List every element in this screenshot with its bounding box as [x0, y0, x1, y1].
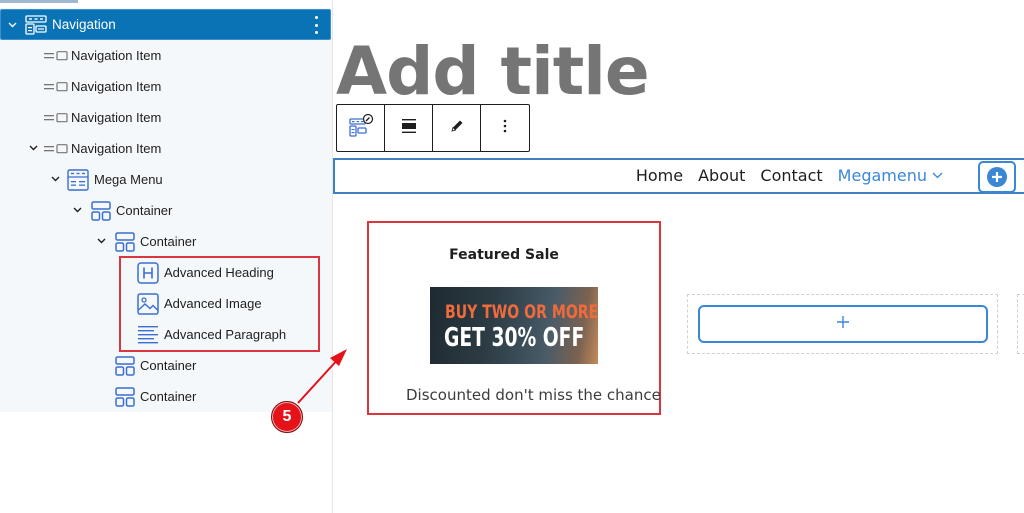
megamenu-label: Megamenu — [837, 166, 927, 185]
list-item-label: Navigation Item — [71, 79, 162, 94]
plus-circle-icon — [987, 167, 1007, 187]
chevron-down-icon[interactable] — [7, 20, 17, 30]
navigation-block-icon — [25, 14, 47, 35]
empty-container-placeholder — [1017, 294, 1024, 354]
justify-icon — [400, 118, 418, 139]
navigation-item-icon — [44, 50, 68, 61]
list-item-label: Navigation Item — [71, 110, 162, 125]
navigation-block-icon — [348, 113, 374, 144]
highlight-box — [119, 256, 320, 352]
justify-button[interactable] — [385, 105, 433, 151]
mega-menu-icon — [67, 168, 89, 191]
block-editor: Navigation Navigation Item Navigation Ite… — [0, 0, 1024, 513]
block-appender-button[interactable] — [698, 305, 988, 343]
list-item-mega-menu[interactable]: Mega Menu — [0, 164, 320, 195]
step-badge: 5 — [271, 401, 303, 433]
list-item-container[interactable]: Container — [0, 195, 320, 226]
add-nav-item-button[interactable] — [978, 161, 1016, 193]
list-item-container[interactable]: Container — [0, 381, 320, 412]
list-item-navigation-item[interactable]: Navigation Item — [0, 102, 320, 133]
list-item-label: Container — [140, 389, 197, 404]
list-item-container[interactable]: Container — [0, 226, 320, 257]
list-item-label: Navigation — [52, 17, 116, 32]
container-icon — [91, 200, 111, 221]
list-item-navigation[interactable]: Navigation — [0, 9, 331, 40]
nav-link-megamenu[interactable]: Megamenu — [838, 166, 943, 185]
chevron-down-icon[interactable] — [72, 205, 82, 215]
pencil-icon — [449, 118, 465, 139]
chevron-down-icon[interactable] — [28, 143, 38, 153]
container-icon — [115, 355, 135, 376]
block-type-button[interactable] — [337, 105, 385, 151]
nav-link-home[interactable]: Home — [636, 166, 683, 185]
nav-link-about[interactable]: About — [698, 166, 745, 185]
nav-link-contact[interactable]: Contact — [760, 166, 822, 185]
edit-button[interactable] — [433, 105, 481, 151]
container-icon — [115, 386, 135, 407]
image-text-line2: GET 30% OFF — [444, 323, 585, 353]
navigation-item-icon — [44, 143, 68, 154]
list-item-navigation-item[interactable]: Navigation Item — [0, 133, 320, 164]
more-vertical-icon — [502, 118, 508, 139]
list-item-navigation-item[interactable]: Navigation Item — [0, 71, 320, 102]
list-item-label: Container — [140, 358, 197, 373]
list-item-container[interactable]: Container — [0, 350, 320, 381]
list-view-sidebar: Navigation Navigation Item Navigation Ite… — [0, 0, 333, 513]
more-options-button[interactable] — [481, 105, 529, 151]
chevron-down-icon[interactable] — [50, 174, 60, 184]
block-toolbar — [336, 104, 530, 152]
chevron-down-icon[interactable] — [96, 236, 106, 246]
chevron-down-icon — [932, 172, 943, 179]
sidebar-tab-indicator — [0, 0, 78, 3]
list-item-label: Container — [140, 234, 197, 249]
list-item-label: Navigation Item — [71, 48, 162, 63]
plus-icon — [836, 315, 850, 334]
advanced-heading[interactable]: Featured Sale — [369, 247, 639, 263]
image-text-line1: BUY TWO OR MORE — [445, 301, 598, 323]
list-item-label: Container — [116, 203, 173, 218]
list-item-label: Navigation Item — [71, 141, 162, 156]
more-options-icon[interactable] — [314, 16, 318, 34]
navigation-block[interactable]: Home About Contact Megamenu — [333, 158, 1024, 194]
nav-links: Home About Contact Megamenu — [636, 166, 943, 185]
advanced-image[interactable]: BUY TWO OR MORE GET 30% OFF — [430, 287, 598, 364]
list-item-navigation-item[interactable]: Navigation Item — [0, 40, 320, 71]
navigation-item-icon — [44, 112, 68, 123]
post-title-input[interactable]: Add title — [336, 36, 650, 108]
container-icon — [115, 231, 135, 252]
advanced-paragraph[interactable]: Discounted don't miss the chance — [406, 386, 661, 404]
mega-menu-column[interactable]: Featured Sale BUY TWO OR MORE GET 30% OF… — [367, 221, 661, 415]
navigation-item-icon — [44, 81, 68, 92]
list-item-label: Mega Menu — [94, 172, 163, 187]
